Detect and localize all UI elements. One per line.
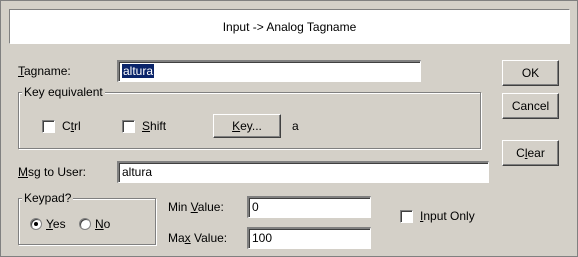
keypad-no-radio[interactable] bbox=[79, 218, 91, 230]
tagname-input[interactable]: altura bbox=[117, 60, 421, 82]
tagname-input-value: altura bbox=[122, 64, 155, 78]
ctrl-checkbox[interactable] bbox=[42, 120, 55, 133]
key-equivalent-value: a bbox=[292, 119, 299, 133]
key-button[interactable]: Key... bbox=[213, 114, 281, 138]
keypad-yes-radio[interactable] bbox=[30, 218, 42, 230]
ctrl-checkbox-label[interactable]: Ctrl bbox=[62, 119, 81, 133]
shift-checkbox[interactable] bbox=[122, 120, 135, 133]
input-only-label[interactable]: Input Only bbox=[420, 209, 475, 223]
max-value-input-value: 100 bbox=[252, 231, 273, 245]
keypad-legend: Keypad? bbox=[22, 191, 74, 205]
dialog-title-text: Input -> Analog Tagname bbox=[222, 19, 357, 34]
clear-button[interactable]: Cl ear bbox=[502, 140, 559, 166]
ok-button[interactable]: OK bbox=[502, 60, 559, 86]
radio-selected-dot bbox=[34, 222, 38, 226]
keypad-yes-label[interactable]: Yes bbox=[46, 217, 66, 231]
min-value-input[interactable]: 0 bbox=[247, 196, 371, 218]
input-only-checkbox[interactable] bbox=[400, 210, 413, 223]
dialog-title: Input -> Analog Tagname bbox=[9, 9, 570, 44]
msg-to-user-label: Msg to User: bbox=[18, 165, 87, 179]
max-value-label: Max Value: bbox=[168, 231, 228, 245]
keypad-no-label[interactable]: No bbox=[95, 217, 110, 231]
cancel-button[interactable]: Cancel bbox=[502, 93, 559, 119]
tagname-label: Tagname: bbox=[18, 64, 71, 78]
max-value-input[interactable]: 100 bbox=[247, 227, 371, 249]
key-equivalent-legend: Key equivalent bbox=[22, 85, 105, 99]
min-value-input-value: 0 bbox=[252, 200, 259, 214]
msg-to-user-input[interactable]: altura bbox=[117, 161, 489, 183]
analog-tagname-dialog: Input -> Analog Tagname Tagname: altura … bbox=[0, 0, 578, 257]
min-value-label: Min Value: bbox=[168, 200, 224, 214]
shift-checkbox-label[interactable]: Shift bbox=[142, 119, 166, 133]
msg-to-user-input-value: altura bbox=[122, 165, 153, 179]
